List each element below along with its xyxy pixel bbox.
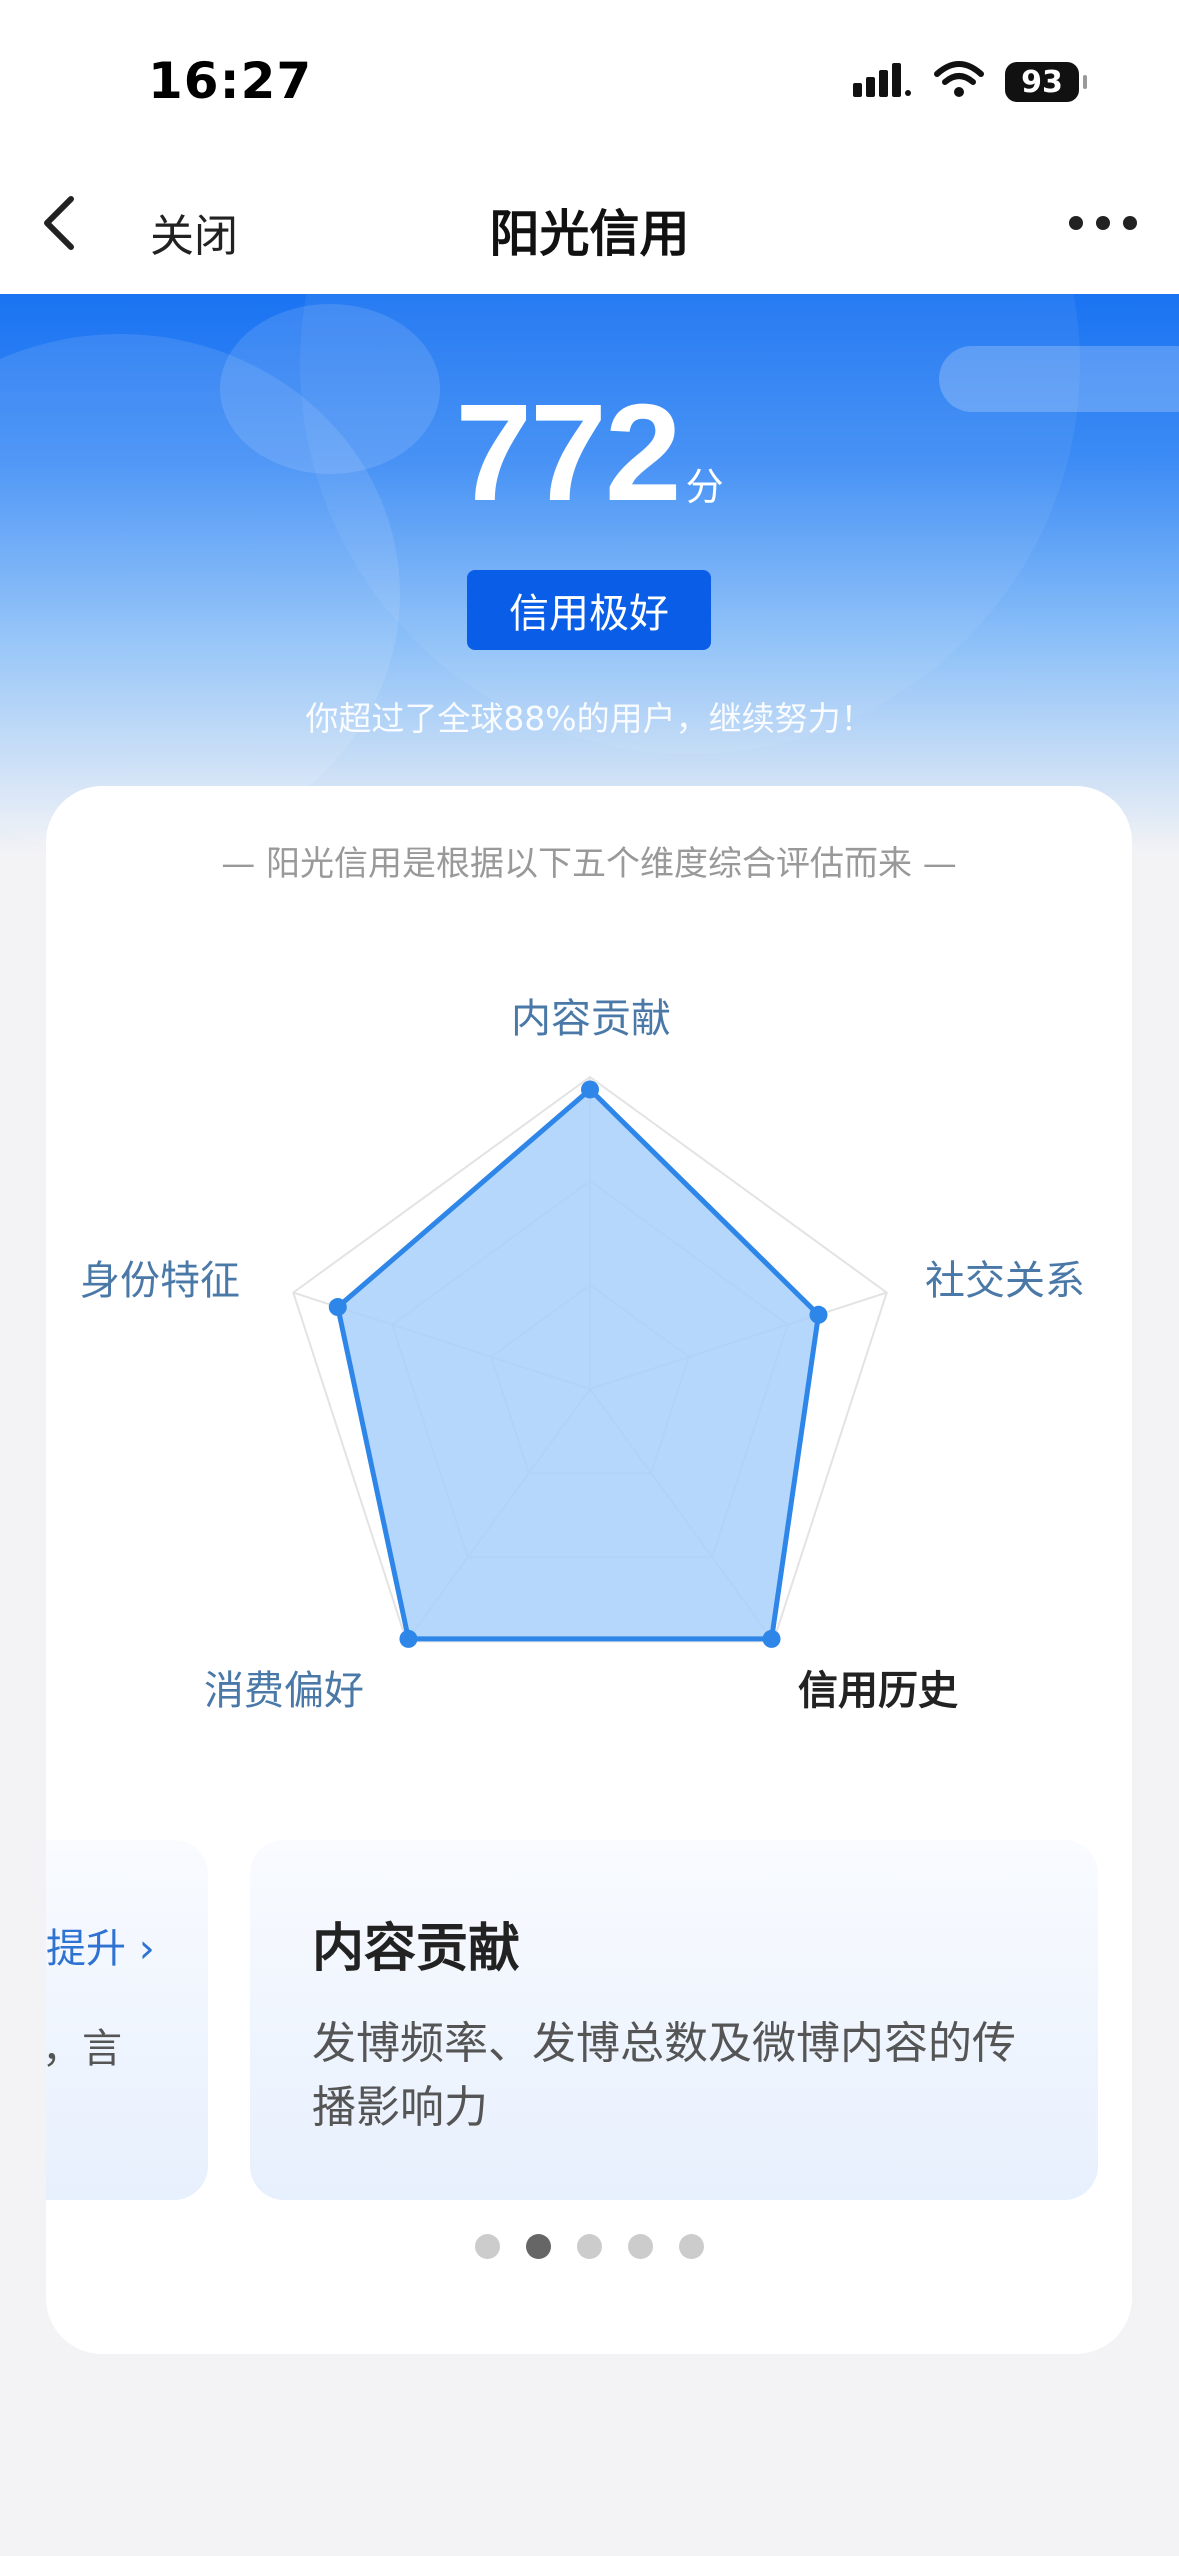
carousel-indicator [46,2234,1132,2259]
dimension-label-identity[interactable]: 身份特征 [80,1248,240,1306]
score-unit: 分 [685,465,724,509]
credit-score: 772 分 [0,384,1179,522]
radar-point-2 [809,1305,828,1324]
radar-point-1 [581,1080,599,1099]
radar-value-area [335,1086,821,1642]
slide-title: 内容贡献 [312,1919,521,1979]
battery-level: 93 [1021,64,1063,100]
more-button[interactable] [1063,200,1143,250]
battery-icon: 93 [1005,62,1087,102]
radar-point-3 [762,1629,781,1648]
rank-text: 你超过了全球88%的用户，继续努力！ [305,699,874,738]
dimension-label-content[interactable]: 内容贡献 [511,986,671,1044]
dimension-label-social[interactable]: 社交关系 [925,1248,1085,1306]
score-hero: 772 分 信用极好 你超过了全球88%的用户，继续努力！ [0,294,1179,854]
credit-level-badge[interactable]: 信用极好 [467,570,711,650]
cellular-signal-icon [853,61,913,103]
slide-text-fragment: ，言 [46,2026,122,2072]
dimension-card: — 阳光信用是根据以下五个维度综合评估而来 — 内容贡献 社交关系 信用历史 消… [46,786,1132,2354]
carousel-dot[interactable] [627,2234,653,2259]
improve-link[interactable]: 提升 › [46,1916,155,1974]
dimension-label-history[interactable]: 信用历史 [798,1658,958,1716]
status-bar: 16:27 93 [0,0,1179,160]
carousel-slide-current[interactable]: 内容贡献 发博频率、发博总数及微博内容的传播影响力 [250,1840,1098,2200]
carousel-slide-prev[interactable]: 提升 › ，言 [46,1840,208,2200]
carousel-dot[interactable] [678,2234,704,2259]
nav-bar: 关闭 阳光信用 [0,160,1179,294]
carousel-dot[interactable] [525,2234,551,2259]
score-value: 772 [455,376,681,530]
more-dots-icon [1068,215,1138,235]
page-title: 阳光信用 [489,205,690,263]
radar-point-5 [328,1298,347,1317]
carousel-dot[interactable] [474,2234,500,2259]
wifi-icon [933,60,985,104]
status-time: 16:27 [148,52,313,110]
radar-point-4 [399,1629,418,1648]
slide-description: 发博频率、发博总数及微博内容的传播影响力 [312,2018,1016,2133]
carousel-dot[interactable] [576,2234,602,2259]
dimension-label-consumption[interactable]: 消费偏好 [204,1658,364,1716]
status-icons: 93 [853,60,1087,104]
